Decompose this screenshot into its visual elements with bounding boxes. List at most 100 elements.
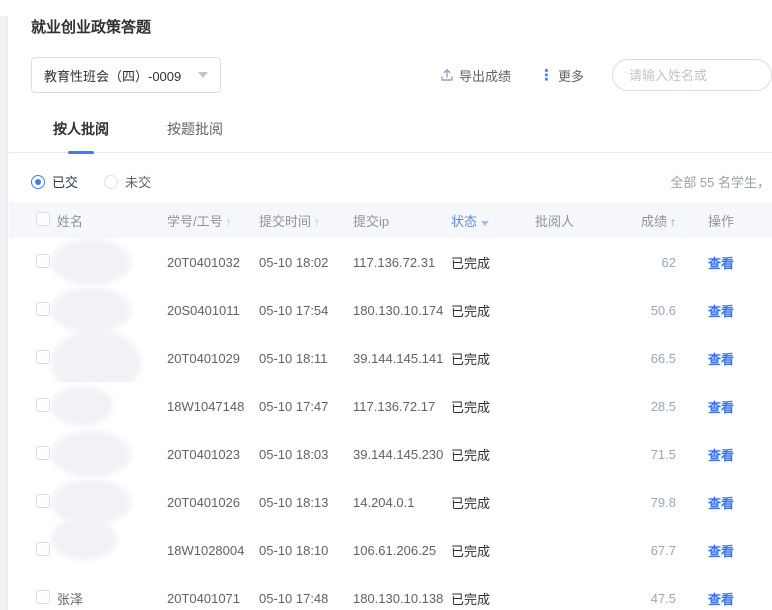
view-link[interactable]: 查看 [708,496,734,511]
filter-row: 已交 未交 全部 55 名学生， [9,172,772,191]
radio-off-icon [104,175,118,189]
submit-ip: 117.136.72.31 [353,238,451,286]
score-value: 28.5 [623,382,708,430]
page-left-gutter [0,16,8,610]
col-header-student-id[interactable]: 学号/工号↑ [167,202,259,238]
view-link[interactable]: 查看 [708,544,734,559]
toolbar: 教育性班会（四）-0009 导出成绩 ⋮ 更多 [9,57,772,93]
submit-ip: 39.144.145.230 [353,430,451,478]
student-id: 20T0401026 [167,478,259,526]
redacted-name-blur [51,287,131,333]
status-text: 已完成 [451,334,535,382]
sort-asc-icon: ↑ [226,215,232,229]
submit-ip: 106.61.206.25 [353,526,451,574]
table-body: 20T0401032 05-10 18:02 117.136.72.31 已完成… [9,238,772,610]
col-header-submit-time[interactable]: 提交时间↑ [259,202,353,238]
student-id: 20T0401023 [167,430,259,478]
submit-time: 05-10 18:10 [259,526,353,574]
submit-time: 05-10 17:48 [259,574,353,610]
export-scores-label: 导出成绩 [459,66,511,85]
submit-time: 05-10 17:54 [259,286,353,334]
student-id: 20T0401032 [167,238,259,286]
radio-submitted[interactable]: 已交 [31,172,78,191]
table-row: 20T0401029 05-10 18:11 39.144.145.141 已完… [9,334,772,382]
row-checkbox[interactable] [36,398,50,412]
status-text: 已完成 [451,574,535,610]
reviewer [535,286,623,334]
select-all-checkbox[interactable] [36,212,50,226]
radio-on-icon [31,175,45,189]
row-checkbox[interactable] [36,494,50,508]
row-checkbox[interactable] [36,542,50,556]
tab-review-by-person[interactable]: 按人批阅 [53,119,109,152]
sort-asc-icon: ↑ [670,215,676,229]
table-row: 20T0401023 05-10 18:03 39.144.145.230 已完… [9,430,772,478]
reviewer [535,526,623,574]
status-text: 已完成 [451,286,535,334]
more-button[interactable]: ⋮ 更多 [539,66,584,85]
export-scores-button[interactable]: 导出成绩 [440,66,511,85]
view-link[interactable]: 查看 [708,256,734,271]
score-value: 50.6 [623,286,708,334]
table-header-row: 姓名 学号/工号↑ 提交时间↑ 提交ip 状态 批阅人 成绩↑ 操作 [9,202,772,238]
reviewer [535,238,623,286]
status-text: 已完成 [451,238,535,286]
submit-time: 05-10 18:11 [259,334,353,382]
view-link[interactable]: 查看 [708,352,734,367]
student-id: 20T0401071 [167,574,259,610]
score-value: 71.5 [623,430,708,478]
class-select-value: 教育性班会（四）-0009 [44,66,190,85]
row-checkbox[interactable] [36,590,50,604]
status-text: 已完成 [451,526,535,574]
filter-caret-icon [481,221,489,226]
table-row: 20T0401026 05-10 18:13 14.204.0.1 已完成 79… [9,478,772,526]
class-select[interactable]: 教育性班会（四）-0009 [31,57,221,93]
students-table: 姓名 学号/工号↑ 提交时间↑ 提交ip 状态 批阅人 成绩↑ 操作 20T04… [9,202,772,610]
row-checkbox[interactable] [36,446,50,460]
table-row: 张泽 20T0401071 05-10 17:48 180.130.10.138… [9,574,772,610]
col-header-status-filter[interactable]: 状态 [451,202,535,238]
chevron-down-icon [198,72,208,78]
row-checkbox[interactable] [36,254,50,268]
radio-not-submitted[interactable]: 未交 [104,172,151,191]
view-link[interactable]: 查看 [708,400,734,415]
submit-ip: 180.130.10.174 [353,286,451,334]
table-row: 18W1047148 05-10 17:47 117.136.72.17 已完成… [9,382,772,430]
grading-page: 就业创业政策答题 教育性班会（四）-0009 导出成绩 ⋮ 更多 按人批阅 按题… [9,16,772,610]
reviewer [535,430,623,478]
score-value: 67.7 [623,526,708,574]
submit-ip: 39.144.145.141 [353,334,451,382]
tab-bar: 按人批阅 按题批阅 [9,119,772,153]
view-link[interactable]: 查看 [708,304,734,319]
vertical-dots-icon: ⋮ [539,68,554,83]
reviewer [535,334,623,382]
view-link[interactable]: 查看 [708,448,734,463]
view-link[interactable]: 查看 [708,592,734,607]
sort-asc-icon: ↑ [314,215,320,229]
submit-ip: 14.204.0.1 [353,478,451,526]
tab-review-by-question[interactable]: 按题批阅 [167,119,223,152]
status-text: 已完成 [451,430,535,478]
status-text: 已完成 [451,478,535,526]
table-row: 18W1028004 05-10 18:10 106.61.206.25 已完成… [9,526,772,574]
reviewer [535,478,623,526]
student-id: 18W1047148 [167,382,259,430]
page-title: 就业创业政策答题 [31,16,772,37]
student-id: 20T0401029 [167,334,259,382]
redacted-name-blur [51,431,131,477]
score-value: 47.5 [623,574,708,610]
redacted-name-blur [51,239,131,285]
redacted-name-blur [51,518,117,560]
col-header-score[interactable]: 成绩↑ [623,202,708,238]
row-checkbox[interactable] [36,302,50,316]
export-icon [440,68,454,82]
student-id: 20S0401011 [167,286,259,334]
col-header-action: 操作 [708,202,772,238]
search-input[interactable] [612,59,772,91]
redacted-name-blur [51,386,113,426]
table-row: 20T0401032 05-10 18:02 117.136.72.31 已完成… [9,238,772,286]
row-checkbox[interactable] [36,350,50,364]
more-label: 更多 [558,66,584,85]
score-value: 79.8 [623,478,708,526]
score-value: 66.5 [623,334,708,382]
